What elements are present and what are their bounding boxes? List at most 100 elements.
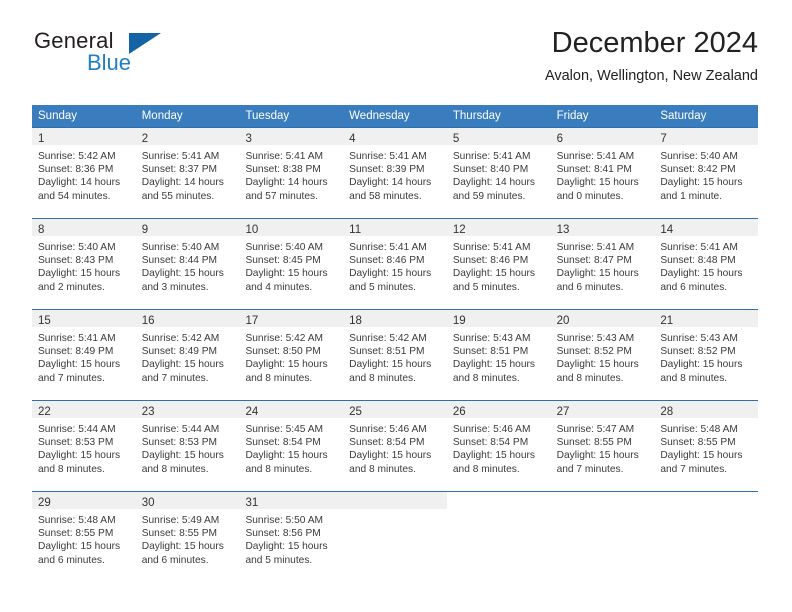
day-number-band: 14	[654, 219, 759, 236]
daylight-text-line2: and 8 minutes.	[556, 372, 624, 384]
day-cell[interactable]: 2 Sunrise: 5:41 AM Sunset: 8:37 PM Dayli…	[135, 128, 240, 218]
day-cell[interactable]: 18 Sunrise: 5:42 AM Sunset: 8:51 PM Dayl…	[343, 310, 447, 400]
day-number-band: 25	[343, 401, 447, 418]
day-number-band: 21	[654, 310, 759, 327]
daylight-text-line1: Daylight: 15 hours	[349, 359, 432, 371]
day-number-band: 1	[32, 128, 136, 145]
sunrise-text: Sunrise: 5:42 AM	[349, 333, 427, 344]
day-number-band	[447, 492, 551, 509]
day-number: 22	[38, 406, 51, 418]
day-cell[interactable]: 8 Sunrise: 5:40 AM Sunset: 8:43 PM Dayli…	[32, 219, 136, 309]
daylight-text-line2: and 8 minutes.	[349, 463, 416, 475]
day-details: Sunrise: 5:41 AM Sunset: 8:41 PM Dayligh…	[551, 145, 655, 203]
day-number-band: 4	[343, 128, 447, 145]
day-cell[interactable]: 1 Sunrise: 5:42 AM Sunset: 8:36 PM Dayli…	[32, 128, 136, 218]
day-cell[interactable]: 17 Sunrise: 5:42 AM Sunset: 8:50 PM Dayl…	[239, 310, 344, 400]
day-number-band: 24	[239, 401, 344, 418]
sunset-text: Sunset: 8:55 PM	[660, 437, 736, 449]
daylight-text-line2: and 8 minutes.	[452, 372, 520, 384]
day-cell[interactable]: 6 Sunrise: 5:41 AM Sunset: 8:41 PM Dayli…	[550, 128, 655, 218]
sunset-text: Sunset: 8:39 PM	[349, 164, 425, 176]
day-number: 30	[141, 497, 155, 509]
day-cell[interactable]: 14 Sunrise: 5:41 AM Sunset: 8:48 PM Dayl…	[654, 219, 759, 309]
daylight-text-line2: and 8 minutes.	[245, 463, 313, 475]
day-cell[interactable]: 15 Sunrise: 5:41 AM Sunset: 8:49 PM Dayl…	[32, 310, 136, 400]
sunset-text: Sunset: 8:52 PM	[660, 346, 736, 358]
day-number: 25	[349, 406, 362, 418]
daylight-text-line1: Daylight: 15 hours	[452, 268, 535, 280]
day-cell[interactable]: 25 Sunrise: 5:46 AM Sunset: 8:54 PM Dayl…	[343, 401, 447, 491]
day-cell[interactable]: 9 Sunrise: 5:40 AM Sunset: 8:44 PM Dayli…	[135, 219, 240, 309]
daylight-text-line1: Daylight: 15 hours	[141, 541, 224, 553]
sunrise-text: Sunrise: 5:45 AM	[245, 424, 324, 435]
day-cell[interactable]: 5 Sunrise: 5:41 AM Sunset: 8:40 PM Dayli…	[446, 128, 551, 218]
daylight-text-line1: Daylight: 15 hours	[349, 268, 432, 280]
day-number: 17	[245, 315, 259, 327]
day-cell[interactable]: 23 Sunrise: 5:44 AM Sunset: 8:53 PM Dayl…	[135, 401, 240, 491]
day-number: 6	[556, 133, 563, 145]
day-cell[interactable]: 31 Sunrise: 5:50 AM Sunset: 8:56 PM Dayl…	[239, 492, 344, 582]
sunset-text: Sunset: 8:48 PM	[660, 255, 736, 267]
day-number-band: 29	[32, 492, 136, 509]
day-details: Sunrise: 5:41 AM Sunset: 8:39 PM Dayligh…	[343, 145, 447, 203]
day-number: 12	[452, 224, 466, 236]
day-cell[interactable]: 4 Sunrise: 5:41 AM Sunset: 8:39 PM Dayli…	[343, 128, 447, 218]
day-number-band: 2	[135, 128, 240, 145]
brand-logo[interactable]: General Blue	[32, 26, 242, 86]
day-number: 18	[349, 315, 362, 327]
day-cell[interactable]: 30 Sunrise: 5:49 AM Sunset: 8:55 PM Dayl…	[135, 492, 240, 582]
day-cell[interactable]: 12 Sunrise: 5:41 AM Sunset: 8:46 PM Dayl…	[446, 219, 551, 309]
daylight-text-line2: and 5 minutes.	[245, 554, 313, 566]
daylight-text-line2: and 6 minutes.	[660, 281, 728, 293]
day-cell[interactable]: 19 Sunrise: 5:43 AM Sunset: 8:51 PM Dayl…	[446, 310, 551, 400]
day-cell[interactable]: 7 Sunrise: 5:40 AM Sunset: 8:42 PM Dayli…	[654, 128, 759, 218]
day-details: Sunrise: 5:48 AM Sunset: 8:55 PM Dayligh…	[32, 509, 136, 567]
daylight-text-line2: and 57 minutes.	[245, 190, 318, 202]
day-cell[interactable]: 26 Sunrise: 5:46 AM Sunset: 8:54 PM Dayl…	[446, 401, 551, 491]
day-cell[interactable]: 28 Sunrise: 5:48 AM Sunset: 8:55 PM Dayl…	[654, 401, 759, 491]
day-details: Sunrise: 5:42 AM Sunset: 8:50 PM Dayligh…	[239, 327, 343, 385]
day-cell-empty	[343, 492, 447, 582]
daylight-text-line1: Daylight: 15 hours	[660, 177, 743, 189]
day-details: Sunrise: 5:46 AM Sunset: 8:54 PM Dayligh…	[343, 418, 447, 476]
day-cell[interactable]: 27 Sunrise: 5:47 AM Sunset: 8:55 PM Dayl…	[550, 401, 655, 491]
sunset-text: Sunset: 8:44 PM	[141, 255, 218, 267]
day-number: 2	[141, 133, 149, 145]
day-cell[interactable]: 29 Sunrise: 5:48 AM Sunset: 8:55 PM Dayl…	[32, 492, 136, 582]
weekday-header-row: Sunday Monday Tuesday Wednesday Thursday…	[32, 105, 758, 127]
day-cell[interactable]: 21 Sunrise: 5:43 AM Sunset: 8:52 PM Dayl…	[654, 310, 759, 400]
day-number: 3	[245, 133, 252, 145]
page-title: December 2024	[551, 27, 758, 59]
sunrise-text: Sunrise: 5:43 AM	[660, 333, 738, 344]
daylight-text-line2: and 4 minutes.	[245, 281, 313, 293]
day-cell[interactable]: 20 Sunrise: 5:43 AM Sunset: 8:52 PM Dayl…	[550, 310, 655, 400]
day-cell[interactable]: 11 Sunrise: 5:41 AM Sunset: 8:46 PM Dayl…	[343, 219, 447, 309]
day-cell[interactable]: 16 Sunrise: 5:42 AM Sunset: 8:49 PM Dayl…	[135, 310, 240, 400]
day-cell[interactable]: 22 Sunrise: 5:44 AM Sunset: 8:53 PM Dayl…	[32, 401, 136, 491]
day-number-band: 15	[32, 310, 136, 327]
day-number-band: 11	[343, 219, 447, 236]
day-number-band: 6	[550, 128, 655, 145]
sunrise-text: Sunrise: 5:41 AM	[452, 151, 531, 162]
daylight-text-line1: Daylight: 15 hours	[141, 450, 224, 462]
sunset-text: Sunset: 8:52 PM	[556, 346, 632, 358]
sunset-text: Sunset: 8:50 PM	[245, 346, 321, 358]
day-number: 9	[141, 224, 149, 236]
sunset-text: Sunset: 8:55 PM	[141, 528, 218, 540]
daylight-text-line1: Daylight: 14 hours	[245, 177, 328, 189]
sunrise-text: Sunrise: 5:41 AM	[660, 242, 738, 253]
sunrise-text: Sunrise: 5:46 AM	[349, 424, 427, 435]
daylight-text-line2: and 6 minutes.	[141, 554, 209, 566]
day-cell[interactable]: 24 Sunrise: 5:45 AM Sunset: 8:54 PM Dayl…	[239, 401, 344, 491]
day-cell[interactable]: 13 Sunrise: 5:41 AM Sunset: 8:47 PM Dayl…	[550, 219, 655, 309]
day-cell[interactable]: 3 Sunrise: 5:41 AM Sunset: 8:38 PM Dayli…	[239, 128, 344, 218]
daylight-text-line2: and 8 minutes.	[349, 372, 416, 384]
day-details: Sunrise: 5:41 AM Sunset: 8:46 PM Dayligh…	[343, 236, 447, 294]
daylight-text-line2: and 54 minutes.	[38, 190, 111, 202]
sunrise-text: Sunrise: 5:40 AM	[38, 242, 116, 253]
day-cell[interactable]: 10 Sunrise: 5:40 AM Sunset: 8:45 PM Dayl…	[239, 219, 344, 309]
sunset-text: Sunset: 8:46 PM	[349, 255, 425, 267]
daylight-text-line2: and 7 minutes.	[38, 372, 105, 384]
daylight-text-line1: Daylight: 14 hours	[349, 177, 432, 189]
day-details: Sunrise: 5:40 AM Sunset: 8:43 PM Dayligh…	[32, 236, 136, 294]
